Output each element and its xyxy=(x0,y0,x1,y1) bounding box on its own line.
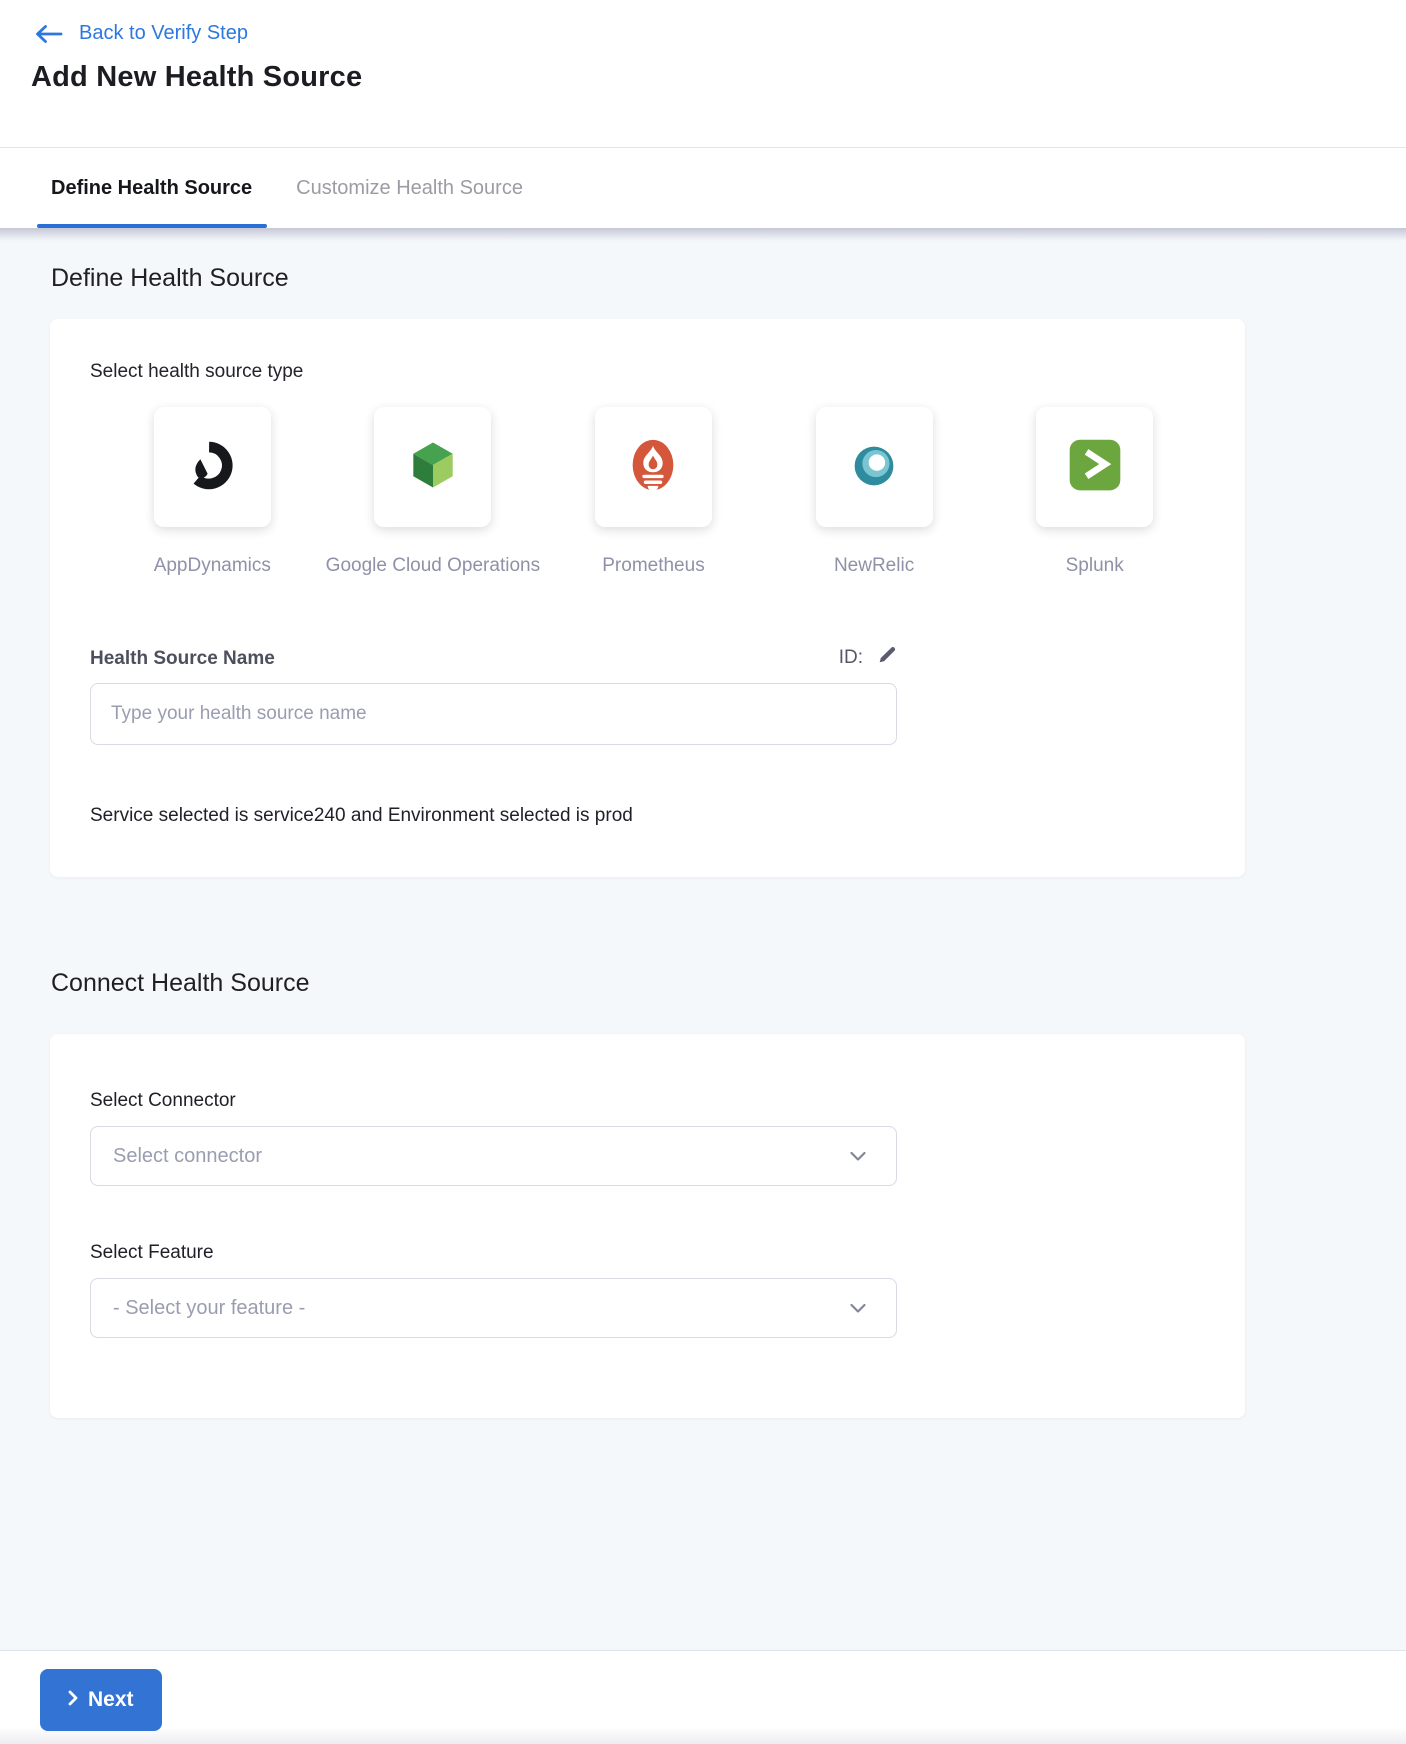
source-tile-newrelic[interactable] xyxy=(816,407,933,527)
page-header: Back to Verify Step Add New Health Sourc… xyxy=(0,0,1406,148)
source-type-tiles: AppDynamics Google Cloud Operations xyxy=(102,407,1205,577)
appdynamics-icon xyxy=(181,434,243,501)
page-title: Add New Health Source xyxy=(31,61,1375,94)
next-button[interactable]: Next xyxy=(40,1669,162,1731)
source-tile-prometheus[interactable] xyxy=(595,407,712,527)
splunk-icon xyxy=(1065,435,1125,500)
select-feature-label: Select Feature xyxy=(90,1242,1205,1264)
id-label: ID: xyxy=(839,647,863,669)
source-tile-splunk[interactable] xyxy=(1036,407,1153,527)
google-cloud-operations-icon xyxy=(403,435,463,500)
source-label: Splunk xyxy=(1066,555,1124,577)
select-connector-label: Select Connector xyxy=(90,1090,1205,1112)
tab-bar: Define Health Source Customize Health So… xyxy=(0,148,1406,228)
connect-health-source-card: Select Connector Select connector Select… xyxy=(50,1034,1245,1418)
source-tile-appdynamics[interactable] xyxy=(154,407,271,527)
source-label: NewRelic xyxy=(834,555,914,577)
service-environment-text: Service selected is service240 and Envir… xyxy=(90,805,1205,827)
connect-section-heading: Connect Health Source xyxy=(51,969,1406,998)
back-link[interactable]: Back to Verify Step xyxy=(79,22,248,45)
chevron-down-icon xyxy=(850,1152,866,1161)
connector-select[interactable]: Select connector xyxy=(90,1126,897,1186)
health-source-name-input[interactable] xyxy=(90,683,897,745)
edit-pencil-icon[interactable] xyxy=(877,645,897,670)
tab-customize-health-source[interactable]: Customize Health Source xyxy=(296,148,523,228)
chevron-down-icon xyxy=(850,1304,866,1313)
main-content: Define Health Source Select health sourc… xyxy=(0,228,1406,1650)
next-chevron-icon xyxy=(68,1688,78,1712)
health-source-name-label: Health Source Name xyxy=(90,648,275,670)
connector-select-placeholder: Select connector xyxy=(113,1145,262,1168)
footer-bar: Next xyxy=(0,1650,1406,1744)
source-label: AppDynamics xyxy=(154,555,271,577)
tab-define-health-source[interactable]: Define Health Source xyxy=(51,148,252,228)
newrelic-icon xyxy=(843,434,905,501)
source-tile-google-cloud-operations[interactable] xyxy=(374,407,491,527)
source-label: Prometheus xyxy=(602,555,704,577)
feature-select-placeholder: - Select your feature - xyxy=(113,1297,305,1320)
select-type-label: Select health source type xyxy=(90,361,1205,383)
next-button-label: Next xyxy=(88,1688,134,1712)
back-arrow-icon[interactable] xyxy=(35,24,63,44)
prometheus-icon xyxy=(622,434,684,501)
source-label: Google Cloud Operations xyxy=(326,555,540,577)
define-health-source-card: Select health source type AppDynamics xyxy=(50,319,1245,877)
define-section-heading: Define Health Source xyxy=(51,264,1406,293)
feature-select[interactable]: - Select your feature - xyxy=(90,1278,897,1338)
